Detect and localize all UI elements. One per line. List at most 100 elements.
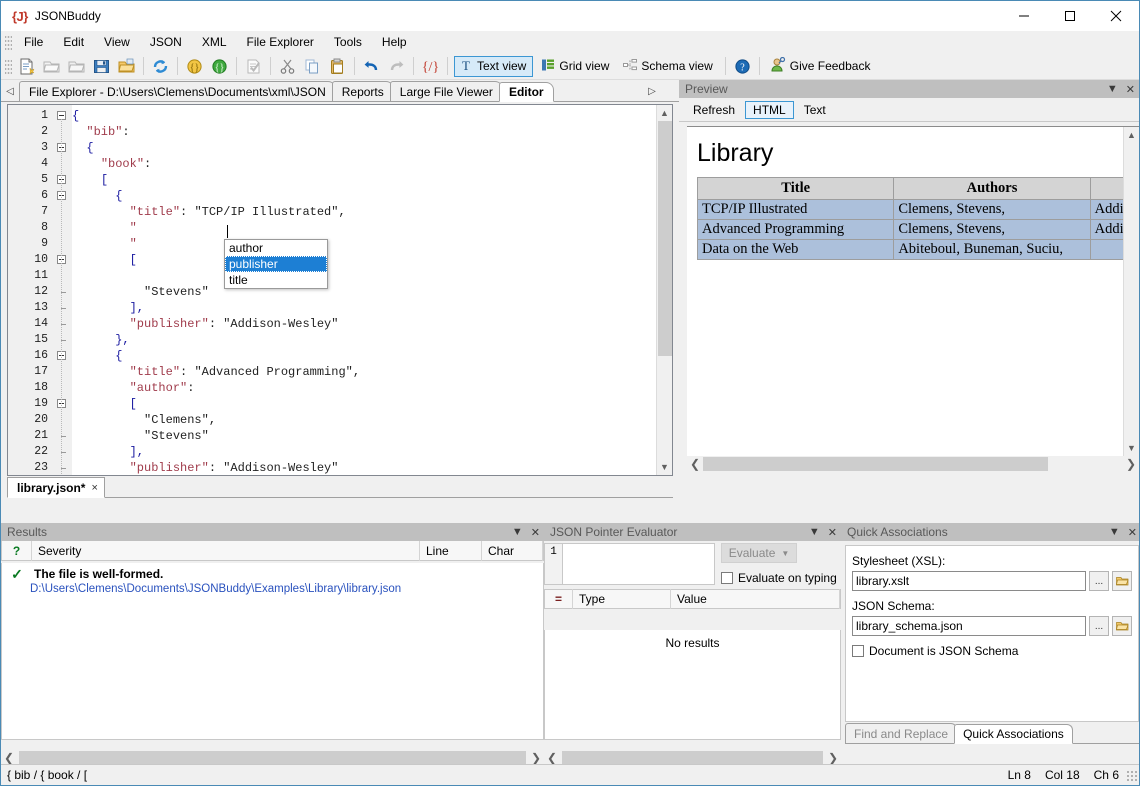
code-line[interactable]: { xyxy=(72,108,656,124)
menu-view[interactable]: View xyxy=(94,32,140,52)
preview-html-button[interactable]: HTML xyxy=(745,100,794,119)
save-icon[interactable] xyxy=(90,55,113,78)
document-is-schema-row[interactable]: Document is JSON Schema xyxy=(852,644,1132,658)
reload-icon[interactable] xyxy=(149,55,172,78)
undo-icon[interactable] xyxy=(360,55,383,78)
preview-text-button[interactable]: Text xyxy=(796,101,834,119)
resize-grip-icon[interactable] xyxy=(1126,770,1138,782)
code-line[interactable]: "Clemens", xyxy=(72,412,656,428)
refresh-button[interactable]: Refresh xyxy=(685,101,743,119)
maximize-button[interactable] xyxy=(1047,1,1093,31)
code-folding-gutter[interactable] xyxy=(52,105,72,475)
menu-file-explorer[interactable]: File Explorer xyxy=(237,32,324,52)
editor-vertical-scrollbar[interactable]: ▲ ▼ xyxy=(656,105,672,475)
column-header-line[interactable]: Line xyxy=(420,540,482,561)
code-line[interactable]: " xyxy=(72,220,656,236)
autocomplete-item-publisher[interactable]: publisher xyxy=(225,256,327,272)
code-line[interactable]: "bib": xyxy=(72,124,656,140)
code-line[interactable]: "author": xyxy=(72,380,656,396)
code-line[interactable]: ], xyxy=(72,300,656,316)
tab-file-explorer[interactable]: File Explorer - D:\Users\Clemens\Documen… xyxy=(19,81,336,101)
cut-icon[interactable] xyxy=(276,55,299,78)
scroll-down-icon[interactable]: ▼ xyxy=(1124,440,1139,456)
preview-vertical-scrollbar[interactable]: ▲ ▼ xyxy=(1123,127,1139,456)
document-is-schema-checkbox[interactable] xyxy=(852,645,864,657)
chevron-down-icon[interactable]: ▼ xyxy=(512,526,523,538)
close-icon[interactable]: ✕ xyxy=(828,526,837,539)
column-header-severity[interactable]: Severity xyxy=(32,540,420,561)
close-icon[interactable]: × xyxy=(91,482,97,494)
code-line[interactable]: { xyxy=(72,188,656,204)
column-header-status[interactable]: ? xyxy=(2,540,32,561)
format-json-icon[interactable]: {/} xyxy=(419,55,442,78)
help-icon[interactable]: ? xyxy=(731,55,754,78)
scroll-up-icon[interactable]: ▲ xyxy=(1124,127,1139,143)
scroll-left-icon[interactable]: ❮ xyxy=(687,456,703,472)
stylesheet-input[interactable]: library.xslt xyxy=(852,571,1086,591)
scroll-right-icon[interactable]: ❯ xyxy=(1123,456,1139,472)
preview-horizontal-scrollbar[interactable]: ❮ ❯ xyxy=(687,456,1139,472)
menu-json[interactable]: JSON xyxy=(140,32,192,52)
column-header-equals[interactable]: = xyxy=(545,589,573,609)
close-icon[interactable]: ✕ xyxy=(1126,83,1135,96)
evaluate-button[interactable]: Evaluate ▼ xyxy=(721,543,797,563)
scroll-up-icon[interactable]: ▲ xyxy=(657,105,672,121)
close-icon[interactable]: ✕ xyxy=(1128,526,1137,539)
paste-icon[interactable] xyxy=(326,55,349,78)
autocomplete-item-title[interactable]: title xyxy=(225,272,327,288)
code-line[interactable]: "book": xyxy=(72,156,656,172)
code-line[interactable]: { xyxy=(72,348,656,364)
scrollbar-thumb[interactable] xyxy=(19,751,526,765)
check-document-icon[interactable] xyxy=(242,55,265,78)
code-line[interactable] xyxy=(72,268,656,284)
code-line[interactable]: "publisher": "Addison-Wesley" xyxy=(72,316,656,332)
autocomplete-popup[interactable]: author publisher title xyxy=(224,239,328,289)
code-line[interactable]: "Stevens" xyxy=(72,284,656,300)
code-line[interactable]: " xyxy=(72,236,656,252)
code-editor[interactable]: 123456789101112131415161718192021222324 … xyxy=(7,104,673,476)
new-file-icon[interactable] xyxy=(15,55,38,78)
result-file-path[interactable]: D:\Users\Clemens\Documents\JSONBuddy\Exa… xyxy=(2,583,543,595)
chevron-down-icon[interactable]: ▼ xyxy=(809,526,820,538)
open-file-icon[interactable] xyxy=(40,55,63,78)
column-header-type[interactable]: Type xyxy=(573,589,671,609)
tab-editor[interactable]: Editor xyxy=(498,82,554,102)
menu-tools[interactable]: Tools xyxy=(324,32,372,52)
schema-browse-button[interactable]: ... xyxy=(1089,616,1109,636)
list-item[interactable]: ✓ The file is well-formed. D:\Users\Clem… xyxy=(2,563,543,595)
scroll-down-icon[interactable]: ▼ xyxy=(657,459,672,475)
tab-large-file-viewer[interactable]: Large File Viewer xyxy=(389,81,503,101)
file-tab-library-json[interactable]: library.json* × xyxy=(7,477,105,498)
column-header-char[interactable]: Char xyxy=(482,540,543,561)
code-line[interactable]: [ xyxy=(72,396,656,412)
tab-text-view[interactable]: T Text view xyxy=(454,55,534,77)
close-button[interactable] xyxy=(1093,1,1139,31)
tab-reports[interactable]: Reports xyxy=(331,81,394,101)
code-text-area[interactable]: author publisher title { "bib": { "book"… xyxy=(72,105,656,475)
chevron-down-icon[interactable]: ▼ xyxy=(1109,526,1120,538)
code-line[interactable]: "title": "TCP/IP Illustrated", xyxy=(72,204,656,220)
scrollbar-thumb[interactable] xyxy=(703,457,1048,471)
stylesheet-browse-button[interactable]: ... xyxy=(1089,571,1109,591)
schema-input[interactable]: library_schema.json xyxy=(852,616,1086,636)
give-feedback-button[interactable]: Give Feedback xyxy=(766,56,877,77)
menu-xml[interactable]: XML xyxy=(192,32,237,52)
column-header-value[interactable]: Value xyxy=(671,589,840,609)
evaluate-on-typing-row[interactable]: Evaluate on typing xyxy=(721,571,841,585)
schema-open-icon[interactable] xyxy=(1112,616,1132,636)
tab-find-and-replace[interactable]: Find and Replace xyxy=(845,723,958,743)
tab-scroll-left-icon[interactable]: ◁ xyxy=(1,81,19,101)
code-line[interactable]: ], xyxy=(72,444,656,460)
code-line[interactable]: "publisher": "Addison-Wesley" xyxy=(72,460,656,475)
minimize-button[interactable] xyxy=(1001,1,1047,31)
copy-icon[interactable] xyxy=(301,55,324,78)
validate-schema-icon[interactable]: {} xyxy=(208,55,231,78)
evaluate-on-typing-checkbox[interactable] xyxy=(721,572,733,584)
chevron-down-icon[interactable]: ▼ xyxy=(781,549,789,558)
code-line[interactable]: [ xyxy=(72,252,656,268)
jpe-expression-input[interactable] xyxy=(562,543,715,585)
redo-icon[interactable] xyxy=(385,55,408,78)
open-folder-icon[interactable] xyxy=(65,55,88,78)
code-line[interactable]: "title": "Advanced Programming", xyxy=(72,364,656,380)
code-line[interactable]: }, xyxy=(72,332,656,348)
